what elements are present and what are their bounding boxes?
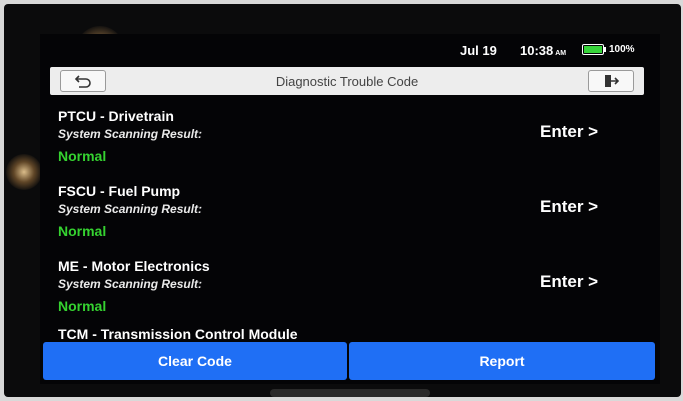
module-subtitle: System Scanning Result: <box>58 277 203 291</box>
exit-button[interactable] <box>588 70 634 92</box>
module-title: PTCU - Drivetrain <box>58 108 174 124</box>
status-clock: 10:38 <box>520 43 554 58</box>
device-bezel: Jul 19 10:38 AM 100% Diagnostic Trouble C… <box>4 4 681 397</box>
battery-percent: 100% <box>609 44 635 55</box>
module-subtitle: System Scanning Result: <box>58 202 203 216</box>
module-subtitle: System Scanning Result: <box>58 127 203 141</box>
module-status: Normal <box>58 148 107 164</box>
device-screen: Jul 19 10:38 AM 100% Diagnostic Trouble C… <box>40 34 660 384</box>
device-brand-logo <box>270 389 430 397</box>
action-bar: Clear Code Report <box>43 342 655 380</box>
status-time: 10:38 AM <box>520 43 566 58</box>
report-button[interactable]: Report <box>349 342 655 380</box>
module-title: TCM - Transmission Control Module <box>58 326 298 342</box>
back-arrow-icon <box>74 75 91 88</box>
module-list: PTCU - Drivetrain System Scanning Result… <box>40 100 660 352</box>
battery-icon <box>582 44 604 55</box>
light-glare <box>6 154 42 190</box>
page-title: Diagnostic Trouble Code <box>275 74 419 89</box>
clear-code-button[interactable]: Clear Code <box>43 342 347 380</box>
module-title: ME - Motor Electronics <box>58 258 210 274</box>
status-bar: Jul 19 10:38 AM 100% <box>40 34 660 62</box>
enter-button[interactable]: Enter > <box>540 122 598 142</box>
back-button[interactable] <box>60 70 106 92</box>
module-item[interactable]: FSCU - Fuel Pump System Scanning Result:… <box>40 175 660 251</box>
module-status: Normal <box>58 298 107 314</box>
status-date: Jul 19 <box>460 43 497 58</box>
title-bar: Diagnostic Trouble Code <box>50 67 644 95</box>
status-ampm: AM <box>555 50 567 57</box>
module-status: Normal <box>58 223 107 239</box>
battery-nub <box>604 47 606 52</box>
enter-button[interactable]: Enter > <box>540 197 598 217</box>
battery-level <box>584 46 602 53</box>
exit-icon <box>605 75 620 87</box>
module-item[interactable]: PTCU - Drivetrain System Scanning Result… <box>40 100 660 176</box>
enter-button[interactable]: Enter > <box>540 272 598 292</box>
module-item[interactable]: ME - Motor Electronics System Scanning R… <box>40 250 660 326</box>
module-title: FSCU - Fuel Pump <box>58 183 181 199</box>
